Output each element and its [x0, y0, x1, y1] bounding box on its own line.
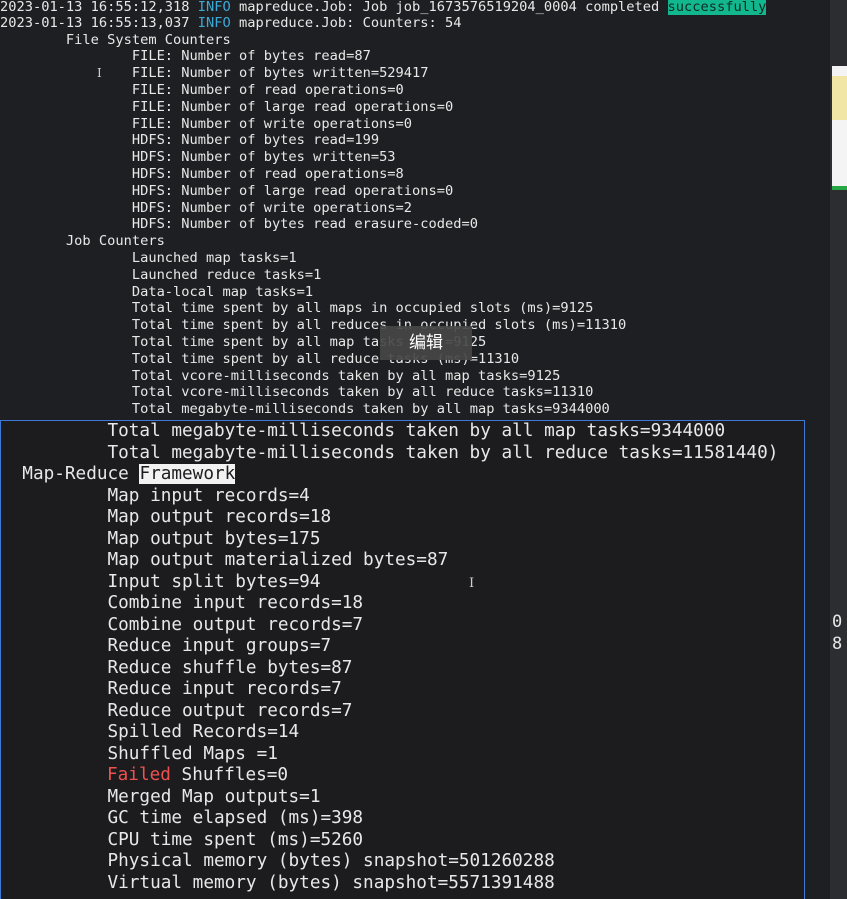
info-level: INFO	[197, 0, 231, 15]
side-panel-edge: 0 8	[830, 0, 847, 899]
counter-line: HDFS: Number of bytes written=53	[0, 149, 396, 165]
counter-line: Total time spent by all reduces in occup…	[0, 317, 627, 333]
side-highlight-fragment	[832, 76, 847, 120]
counter-line: Total time spent by all maps in occupied…	[0, 300, 594, 316]
counter-line: HDFS: Number of bytes read erasure-coded…	[0, 216, 478, 232]
selected-text: Framework	[139, 464, 236, 484]
counter-line: FILE: Number of write operations=0	[0, 116, 413, 132]
counter-line: Total vcore-milliseconds taken by all re…	[0, 384, 594, 400]
counter-line: GC time elapsed (ms)=398	[1, 808, 364, 828]
text-cursor-icon: I	[97, 66, 102, 80]
counter-line: FILE: Number of read operations=0	[0, 82, 404, 98]
counter-line: CPU time spent (ms)=5260	[1, 829, 364, 850]
counter-line: Reduce output records=7	[1, 700, 353, 721]
edit-tooltip[interactable]: 编辑	[380, 326, 472, 360]
side-status-bar	[832, 186, 847, 190]
counter-line: Map output records=18	[1, 507, 332, 527]
counter-line: Spilled Records=14	[1, 722, 300, 742]
side-digit: 0	[832, 612, 843, 632]
counter-line: Map output bytes=175	[1, 528, 321, 549]
counter-line: Total vcore-milliseconds taken by all ma…	[0, 368, 561, 384]
counter-line: HDFS: Number of read operations=8	[0, 166, 404, 182]
counter-group-title: Map-Reduce Framework	[1, 464, 236, 484]
counter-line: Physical memory (bytes) snapshot=5012602…	[1, 851, 555, 871]
counter-line: Shuffled Maps =1	[1, 743, 278, 764]
counter-line: Launched map tasks=1	[0, 250, 297, 266]
counter-group-title: File System Counters	[0, 32, 231, 48]
counter-line: HDFS: Number of bytes read=199	[0, 132, 380, 148]
counter-line: Reduce input groups=7	[1, 636, 332, 656]
counter-line: FILE: Number of bytes read=87	[0, 48, 371, 64]
counter-line: Total megabyte-milliseconds taken by all…	[1, 421, 726, 441]
counter-line: Total megabyte-milliseconds taken by all…	[0, 401, 610, 417]
counter-line: Reduce shuffle bytes=87	[1, 657, 353, 678]
text-cursor-icon: I	[469, 576, 475, 591]
counter-line: Data-local map tasks=1	[0, 284, 314, 300]
log-line: 2023-01-13 16:55:12,318 INFO mapreduce.J…	[0, 0, 767, 15]
counter-line: Map input records=4	[1, 485, 310, 506]
success-status: successfully	[667, 0, 767, 15]
counter-line: Combine input records=18	[1, 593, 364, 613]
counter-line: HDFS: Number of write operations=2	[0, 200, 413, 216]
counter-line: FILE: Number of bytes written=529417	[0, 65, 429, 81]
log-line: 2023-01-13 16:55:13,037 INFO mapreduce.J…	[0, 15, 462, 31]
counter-line: FILE: Number of large read operations=0	[0, 99, 454, 115]
failed-keyword: Failed	[107, 765, 171, 785]
terminal-output-zoom[interactable]: Total megabyte-milliseconds taken by all…	[0, 420, 805, 899]
counter-line: Total megabyte-milliseconds taken by all…	[1, 442, 779, 463]
counter-line: Input split bytes=94	[1, 571, 321, 592]
counter-line: HDFS: Number of large read operations=0	[0, 183, 454, 199]
counter-line: Combine output records=7	[1, 614, 364, 635]
info-level: INFO	[197, 15, 231, 31]
side-digit: 8	[832, 634, 843, 654]
counter-line: Virtual memory (bytes) snapshot=55713914…	[1, 872, 555, 893]
counter-line: Launched reduce tasks=1	[0, 267, 322, 283]
counter-line: Reduce input records=7	[1, 679, 342, 699]
counter-line: Map output materialized bytes=87	[1, 550, 449, 570]
counter-line: Merged Map outputs=1	[1, 786, 321, 807]
counter-line: Failed Shuffles=0	[107, 765, 289, 785]
counter-group-title: Job Counters	[0, 233, 165, 249]
